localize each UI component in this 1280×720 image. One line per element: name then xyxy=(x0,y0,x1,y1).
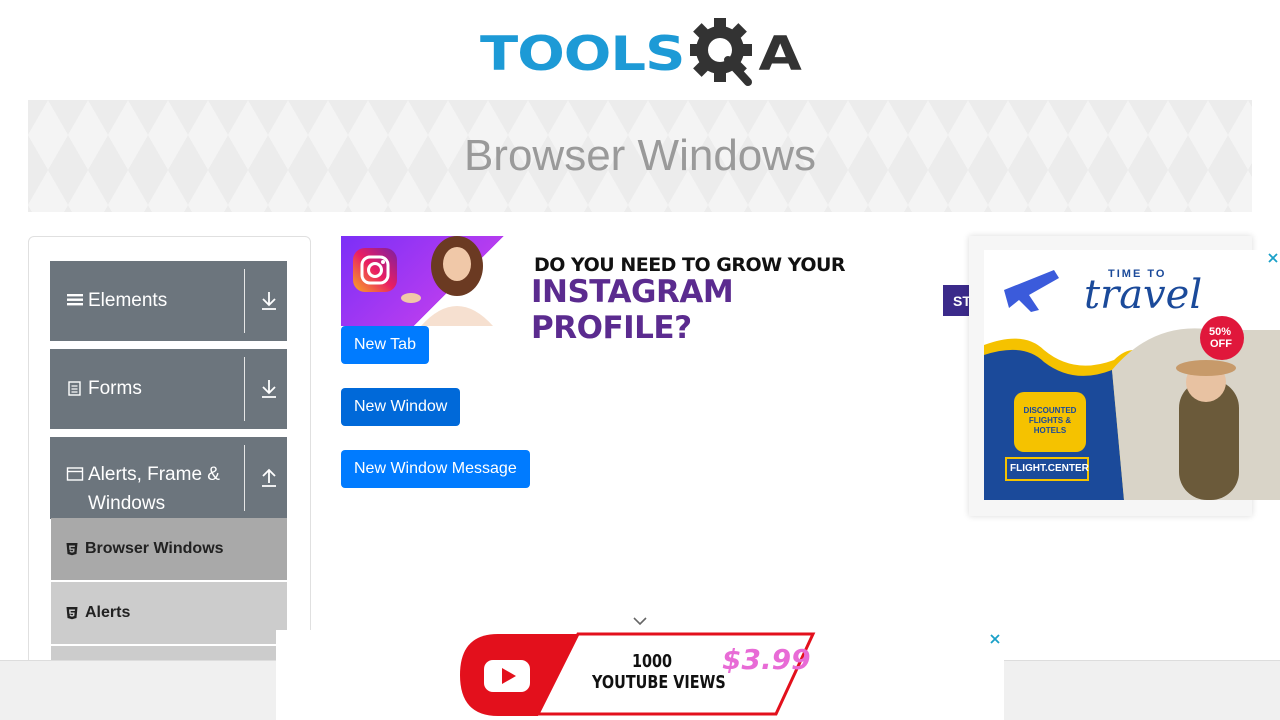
document-icon xyxy=(66,374,88,405)
group-label: Forms xyxy=(88,378,142,399)
new-window-message-button[interactable]: New Window Message xyxy=(341,450,530,488)
close-icon[interactable] xyxy=(1266,251,1280,265)
ad-headline: DO YOU NEED TO GROW YOUR xyxy=(534,254,846,276)
sidebar-item-alerts[interactable]: Alerts xyxy=(51,582,287,644)
ad-image xyxy=(341,236,522,326)
page-title: Browser Windows xyxy=(463,131,817,180)
new-tab-button[interactable]: New Tab xyxy=(341,326,429,364)
divider xyxy=(244,445,245,511)
upload-arrow-icon[interactable] xyxy=(259,467,279,489)
sidebar: Elements Forms Alerts, Frame & Windows B… xyxy=(28,236,311,720)
ad-subheadline: INSTAGRAM PROFILE? xyxy=(531,274,734,346)
download-arrow-icon[interactable] xyxy=(259,290,279,312)
group-title: Alerts, Frame & Windows xyxy=(66,460,237,518)
group-title: Forms xyxy=(66,374,237,405)
sidebar-item-browser-windows[interactable]: Browser Windows xyxy=(51,518,287,580)
sidebar-group-elements[interactable]: Elements xyxy=(50,261,287,341)
travel-brand: FLIGHT.CENTER xyxy=(1010,463,1089,474)
new-window-button[interactable]: New Window xyxy=(341,388,461,426)
divider xyxy=(244,269,245,333)
badge-off: OFF xyxy=(1210,338,1232,350)
logo-tools-text: TOOLS xyxy=(480,26,685,82)
woman-photo xyxy=(401,236,493,326)
chevron-down-icon[interactable] xyxy=(632,614,648,626)
window-icon xyxy=(66,460,88,518)
divider xyxy=(244,357,245,421)
group-title: Elements xyxy=(66,286,237,317)
sidebar-group-forms[interactable]: Forms xyxy=(50,349,287,429)
youtube-ad-line2: YOUTUBE VIEWS xyxy=(592,672,726,693)
html5-icon xyxy=(65,542,81,556)
sidebar-item-label: Browser Windows xyxy=(85,540,224,557)
instagram-ad-banner[interactable]: DO YOU NEED TO GROW YOUR INSTAGRAM PROFI… xyxy=(341,236,901,346)
instagram-icon xyxy=(353,248,397,292)
group-label: Alerts, Frame & Windows xyxy=(88,464,220,514)
travel-ad-creative: TIME TO travel 50% OFF DISCOUNTED FLIGHT… xyxy=(984,250,1280,500)
hamburger-icon xyxy=(66,286,88,317)
sidebar-group-alerts-frame-windows[interactable]: Alerts, Frame & Windows xyxy=(50,437,287,519)
close-icon[interactable] xyxy=(988,632,1002,646)
travel-ad[interactable]: TIME TO travel 50% OFF DISCOUNTED FLIGHT… xyxy=(969,236,1280,516)
logo-gear-icon: A xyxy=(690,16,802,92)
page: TOOLS A Browser Windows Elements Forms A… xyxy=(0,0,1280,720)
download-arrow-icon[interactable] xyxy=(259,378,279,400)
travel-bubble: DISCOUNTED FLIGHTS & HOTELS xyxy=(1023,406,1077,435)
group-label: Elements xyxy=(88,290,168,311)
page-banner: Browser Windows xyxy=(28,100,1252,212)
toolsqa-logo[interactable]: TOOLS A xyxy=(480,14,810,94)
badge-percent: 50% xyxy=(1209,326,1232,338)
logo-a-text: A xyxy=(758,26,802,82)
travel-line2: travel xyxy=(1084,272,1203,318)
html5-icon xyxy=(65,606,81,620)
sidebar-item-label: Alerts xyxy=(85,604,131,621)
youtube-ad-line1: 1000 xyxy=(632,651,673,672)
youtube-ad-price: $3.99 xyxy=(722,643,811,676)
